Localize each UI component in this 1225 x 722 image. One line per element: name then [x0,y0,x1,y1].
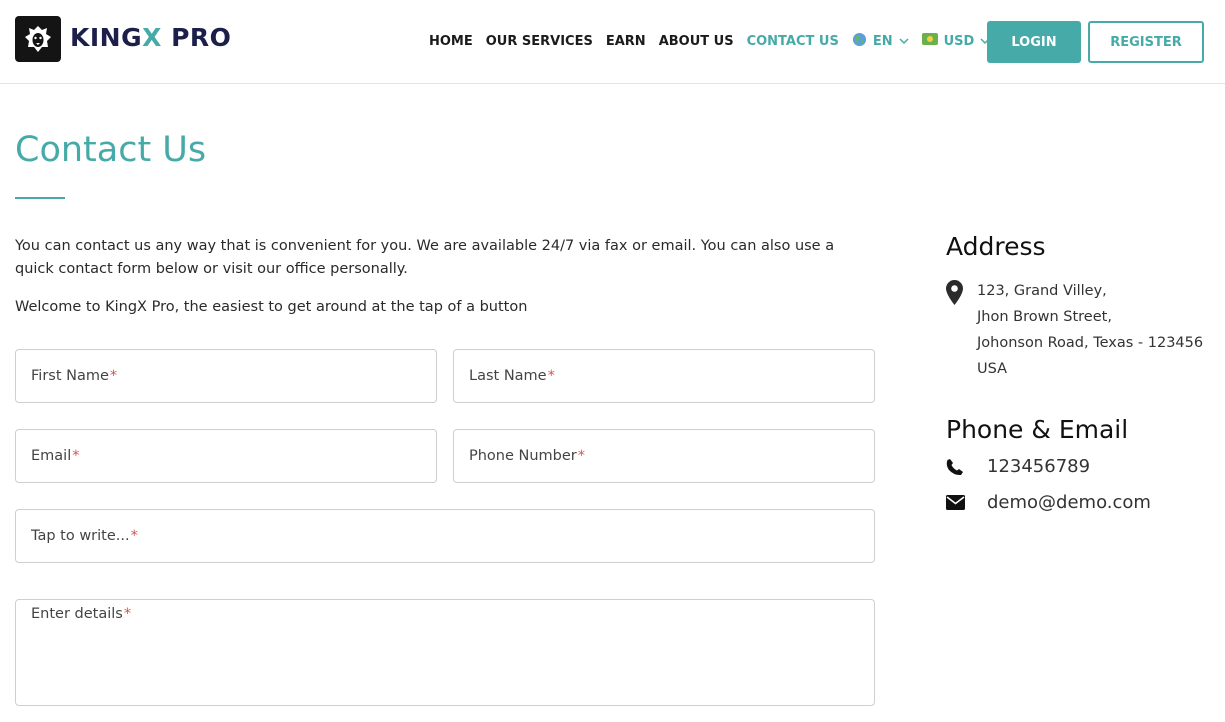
nav-our-services[interactable]: OUR SERVICES [486,34,593,49]
address-block: 123, Grand Villey, Jhon Brown Street, Jo… [977,278,1203,382]
phone-icon [946,458,966,476]
lion-logo-icon[interactable] [15,16,61,62]
address-line: USA [977,361,1008,377]
required-mark: * [123,606,132,622]
language-selector[interactable]: EN [852,32,909,51]
register-button[interactable]: REGISTER [1088,21,1204,63]
map-pin-icon [946,280,963,309]
currency-selector[interactable]: USD [921,33,991,49]
flag-icon [921,33,938,49]
required-mark: * [130,528,138,544]
required-mark: * [577,448,586,464]
first-name-field[interactable]: First Name * [15,349,437,403]
brand-name[interactable]: KINGX PRO [70,23,231,52]
welcome-text: Welcome to KingX Pro, the easiest to get… [15,299,528,315]
phone-number-field[interactable]: Phone Number * [453,429,875,483]
details-placeholder: Enter details [31,606,123,622]
envelope-icon [946,495,966,510]
address-line: Johonson Road, Texas - 123456 [977,335,1204,351]
login-button[interactable]: LOGIN [987,21,1081,63]
intro-text: You can contact us any way that is conve… [15,238,835,277]
last-name-placeholder: Last Name [469,368,547,384]
address-heading: Address [946,232,1046,261]
email-field[interactable]: Email * [15,429,437,483]
globe-icon [852,32,867,51]
page-title: Contact Us [15,130,207,170]
brand-prefix: KING [70,23,143,52]
phone-email-heading: Phone & Email [946,415,1129,444]
brand-x: X [142,23,162,52]
email-row[interactable]: demo@demo.com [946,492,1151,513]
details-textarea[interactable]: Enter details * [15,599,875,706]
last-name-field[interactable]: Last Name * [453,349,875,403]
address-line: Jhon Brown Street, [977,309,1112,325]
email-address[interactable]: demo@demo.com [987,492,1151,513]
required-mark: * [109,368,118,384]
nav-about-us[interactable]: ABOUT US [659,34,734,49]
phone-number[interactable]: 123456789 [987,456,1090,477]
nav-home[interactable]: HOME [429,34,473,49]
required-mark: * [72,448,80,464]
title-underline [15,197,65,199]
chevron-down-icon [899,34,909,49]
brand-suffix: PRO [161,23,232,52]
site-header: KINGX PRO HOME OUR SERVICES EARN ABOUT U… [0,0,1225,84]
address-line: 123, Grand Villey, [977,283,1107,299]
nav-contact-us[interactable]: CONTACT US [747,34,839,49]
phone-row[interactable]: 123456789 [946,456,1090,477]
language-label: EN [872,33,893,49]
required-mark: * [547,368,555,384]
subject-field[interactable]: Tap to write... * [15,509,875,563]
main-nav: HOME OUR SERVICES EARN ABOUT US CONTACT … [429,31,1003,51]
phone-placeholder: Phone Number [469,448,577,464]
nav-earn[interactable]: EARN [606,34,646,49]
email-placeholder: Email [31,448,72,464]
first-name-placeholder: First Name [31,368,109,384]
subject-placeholder: Tap to write... [31,528,130,544]
currency-label: USD [943,33,975,49]
